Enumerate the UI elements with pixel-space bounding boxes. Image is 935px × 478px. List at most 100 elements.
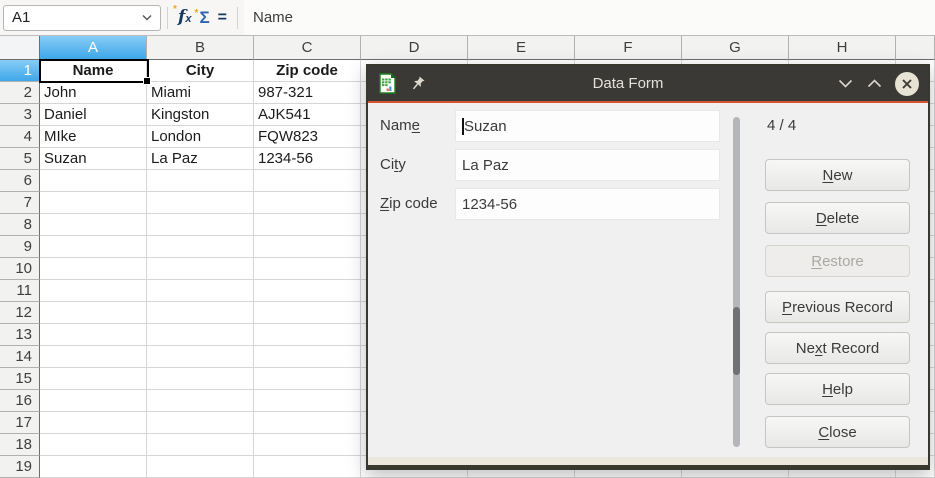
cell-a8[interactable]: [40, 214, 147, 236]
cell-b5[interactable]: La Paz: [147, 148, 254, 170]
cell-c14[interactable]: [254, 346, 361, 368]
cell-c11[interactable]: [254, 280, 361, 302]
cell-c19[interactable]: [254, 456, 361, 478]
close-icon[interactable]: [895, 72, 919, 96]
row-header-9[interactable]: 9: [0, 236, 40, 258]
cell-a14[interactable]: [40, 346, 147, 368]
row-header-8[interactable]: 8: [0, 214, 40, 236]
cell-b11[interactable]: [147, 280, 254, 302]
previous-record-button[interactable]: Previous Record: [765, 291, 910, 323]
new-button[interactable]: New: [765, 159, 910, 191]
row-header-11[interactable]: 11: [0, 280, 40, 302]
cell-b13[interactable]: [147, 324, 254, 346]
row-header-19[interactable]: 19: [0, 456, 40, 478]
cell-b10[interactable]: [147, 258, 254, 280]
cell-c9[interactable]: [254, 236, 361, 258]
cell-b16[interactable]: [147, 390, 254, 412]
cell-b8[interactable]: [147, 214, 254, 236]
row-header-15[interactable]: 15: [0, 368, 40, 390]
function-wizard-icon[interactable]: * * fx: [174, 8, 195, 27]
row-header-5[interactable]: 5: [0, 148, 40, 170]
cell-b19[interactable]: [147, 456, 254, 478]
cell-b2[interactable]: Miami: [147, 82, 254, 104]
cell-c6[interactable]: [254, 170, 361, 192]
row-header-1[interactable]: 1: [0, 60, 40, 82]
cell-a4[interactable]: MIke: [40, 126, 147, 148]
cell-b4[interactable]: London: [147, 126, 254, 148]
cell-b14[interactable]: [147, 346, 254, 368]
column-header-g[interactable]: G: [682, 36, 789, 60]
cell-c7[interactable]: [254, 192, 361, 214]
chevron-up-icon[interactable]: [860, 75, 889, 92]
cell-c5[interactable]: 1234-56: [254, 148, 361, 170]
row-header-6[interactable]: 6: [0, 170, 40, 192]
row-header-12[interactable]: 12: [0, 302, 40, 324]
cell-a5[interactable]: Suzan: [40, 148, 147, 170]
column-header-f[interactable]: F: [575, 36, 682, 60]
cell-b3[interactable]: Kingston: [147, 104, 254, 126]
scrollbar-thumb[interactable]: [733, 307, 740, 375]
row-header-2[interactable]: 2: [0, 82, 40, 104]
cell-c3[interactable]: AJK541: [254, 104, 361, 126]
cell-a1[interactable]: Name: [40, 60, 147, 82]
cell-c1[interactable]: Zip code: [254, 60, 361, 82]
cell-a11[interactable]: [40, 280, 147, 302]
cell-c15[interactable]: [254, 368, 361, 390]
dialog-titlebar[interactable]: Data Form: [368, 66, 928, 101]
next-record-button[interactable]: Next Record: [765, 332, 910, 364]
column-header-partial[interactable]: [896, 36, 935, 60]
row-header-4[interactable]: 4: [0, 126, 40, 148]
cell-a17[interactable]: [40, 412, 147, 434]
row-header-10[interactable]: 10: [0, 258, 40, 280]
cell-b9[interactable]: [147, 236, 254, 258]
cell-a13[interactable]: [40, 324, 147, 346]
field-input-city[interactable]: La Paz: [455, 149, 720, 181]
row-header-3[interactable]: 3: [0, 104, 40, 126]
row-header-14[interactable]: 14: [0, 346, 40, 368]
sum-icon[interactable]: Σ: [195, 8, 213, 27]
column-header-b[interactable]: B: [147, 36, 254, 60]
cell-b15[interactable]: [147, 368, 254, 390]
column-header-e[interactable]: E: [468, 36, 575, 60]
cell-b7[interactable]: [147, 192, 254, 214]
chevron-down-icon[interactable]: [141, 14, 153, 22]
cell-a16[interactable]: [40, 390, 147, 412]
name-box[interactable]: A1: [3, 5, 161, 31]
column-header-d[interactable]: D: [361, 36, 468, 60]
scrollbar[interactable]: [733, 117, 740, 447]
cell-a9[interactable]: [40, 236, 147, 258]
delete-button[interactable]: Delete: [765, 202, 910, 234]
row-header-16[interactable]: 16: [0, 390, 40, 412]
column-header-a[interactable]: A: [40, 36, 147, 60]
cell-a12[interactable]: [40, 302, 147, 324]
cell-c2[interactable]: 987-321: [254, 82, 361, 104]
cell-c12[interactable]: [254, 302, 361, 324]
cell-c17[interactable]: [254, 412, 361, 434]
cell-a2[interactable]: John: [40, 82, 147, 104]
help-button[interactable]: Help: [765, 373, 910, 405]
formula-input[interactable]: Name: [244, 0, 935, 35]
cell-a15[interactable]: [40, 368, 147, 390]
cell-a6[interactable]: [40, 170, 147, 192]
cell-b1[interactable]: City: [147, 60, 254, 82]
column-header-h[interactable]: H: [789, 36, 896, 60]
cell-a19[interactable]: [40, 456, 147, 478]
cell-b17[interactable]: [147, 412, 254, 434]
cell-c13[interactable]: [254, 324, 361, 346]
row-header-17[interactable]: 17: [0, 412, 40, 434]
cell-a10[interactable]: [40, 258, 147, 280]
cell-c18[interactable]: [254, 434, 361, 456]
cell-a18[interactable]: [40, 434, 147, 456]
cell-c10[interactable]: [254, 258, 361, 280]
field-input-name[interactable]: Suzan: [455, 110, 720, 142]
column-header-c[interactable]: C: [254, 36, 361, 60]
cell-b6[interactable]: [147, 170, 254, 192]
cell-b12[interactable]: [147, 302, 254, 324]
row-header-7[interactable]: 7: [0, 192, 40, 214]
row-header-18[interactable]: 18: [0, 434, 40, 456]
cell-b18[interactable]: [147, 434, 254, 456]
chevron-down-icon[interactable]: [831, 75, 860, 92]
select-all-corner[interactable]: [0, 36, 40, 60]
field-input-zip-code[interactable]: 1234-56: [455, 188, 720, 220]
close-button[interactable]: Close: [765, 416, 910, 448]
